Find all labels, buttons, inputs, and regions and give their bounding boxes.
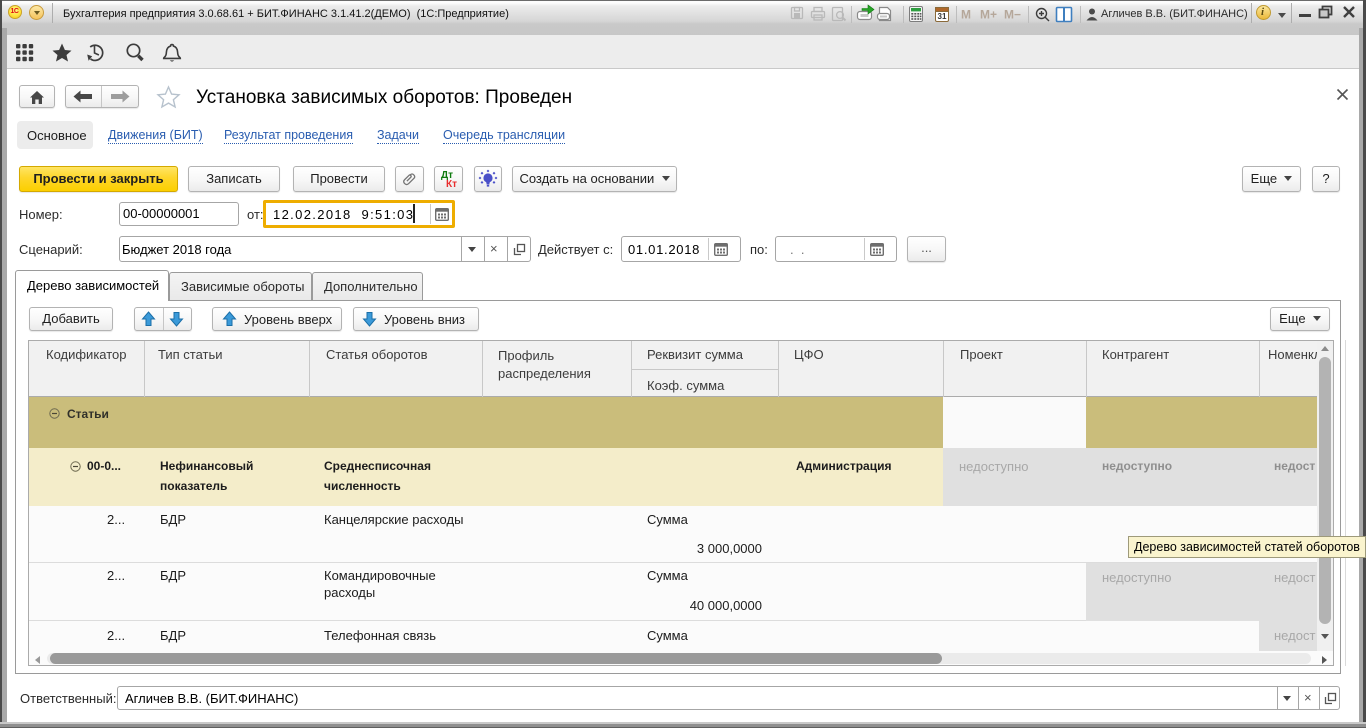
svg-text:M+: M+ — [980, 8, 997, 22]
svg-text:31: 31 — [938, 12, 947, 21]
svg-text:M: M — [961, 8, 971, 22]
svg-text:M−: M− — [1004, 8, 1021, 22]
